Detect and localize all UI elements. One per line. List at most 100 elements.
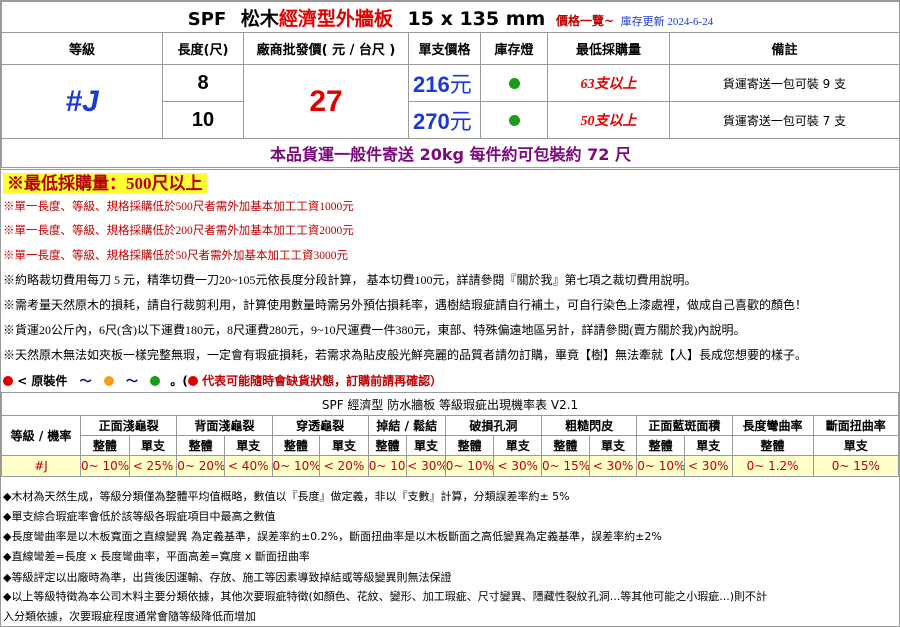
stock-legend: < 原裝件 ～ ～ 。( 代表可能隨時會缺貨狀態，訂購前請再確認） bbox=[3, 372, 442, 389]
red-dot-icon bbox=[3, 376, 13, 386]
legend-tilde: ～ bbox=[79, 374, 92, 388]
group-header: 正面藍斑面積 bbox=[636, 415, 733, 436]
sub-header-whole: 整體 bbox=[176, 435, 225, 456]
defect-value: 0~ 10% bbox=[444, 455, 495, 477]
unit-price-value: 270 bbox=[413, 109, 450, 134]
sub-header-single: 單支 bbox=[128, 435, 178, 456]
defect-value: < 30% bbox=[493, 455, 543, 477]
stock-light-icon bbox=[508, 77, 520, 89]
min-purchase-banner: ※最低採購量：500尺以上 bbox=[3, 173, 207, 194]
defect-value: 0~ 1.2% bbox=[731, 455, 814, 477]
unit-price-cell: 216元 bbox=[408, 64, 481, 102]
page-title: SPF 松木經濟型外牆板 15 x 135 mm 價格一覽~ 庫存更新 2024… bbox=[1, 1, 900, 33]
footnote: ◆等級評定以出廠時為準，出貨後因運輸、存放、施工等因素導致掉結或等級變異則無法保… bbox=[3, 571, 452, 584]
remark-cell: 貨運寄送一包可裝 7 支 bbox=[669, 101, 900, 139]
min-buy-cell: 63支以上 bbox=[547, 64, 670, 102]
group-header: 正面淺龜裂 bbox=[80, 415, 178, 436]
group-header: 穿透龜裂 bbox=[271, 415, 369, 436]
stock-cell bbox=[480, 64, 548, 102]
defect-value: < 40% bbox=[223, 455, 273, 477]
title-type: 經濟型外牆板 bbox=[278, 7, 393, 30]
group-header: 斷面扭曲率 bbox=[812, 415, 900, 436]
defect-value: 0~ 10% bbox=[271, 455, 321, 477]
shipping-row: 本品貨運一般件寄送 20kg 每件約可包裝約 72 尺 bbox=[1, 138, 900, 168]
sub-header-single: 單支 bbox=[493, 435, 543, 456]
group-header: 背面淺龜裂 bbox=[176, 415, 273, 436]
sub-header-single: 單支 bbox=[588, 435, 638, 456]
title-spf: SPF bbox=[187, 8, 227, 30]
col-header-wholesale: 廠商批發價( 元 / 台尺 ) bbox=[243, 32, 409, 65]
unit-price-currency: 元 bbox=[449, 109, 472, 134]
group-header: 長度彎曲率 bbox=[731, 415, 814, 436]
table-row: #J 8 27 216元 63支以上 貨運寄送一包可裝 9 支 bbox=[1, 64, 900, 139]
stock-light-icon bbox=[508, 114, 520, 126]
sub-header-single: 單支 bbox=[683, 435, 733, 456]
defect-title-row: SPF 經濟型 防水牆板 等級瑕疵出現機率表 V2.1 bbox=[1, 392, 899, 416]
defect-value-row: #J 0~ 10% < 25% 0~ 20% < 40% 0~ 10% < 20… bbox=[0, 455, 900, 477]
defect-value: < 20% bbox=[319, 455, 369, 477]
legend-warning: 代表可能隨時會缺貨狀態，訂購前請再確認） bbox=[202, 374, 443, 388]
legend-tilde: ～ bbox=[126, 374, 139, 388]
sub-header-whole: 整體 bbox=[636, 435, 685, 456]
orange-dot-icon bbox=[103, 376, 114, 386]
footnote: ◆長度彎曲率是以木板寬面之直線變異 為定義基準，誤差率約±0.2%，斷面扭曲率是… bbox=[3, 530, 662, 543]
defect-group-row: 等級 / 機率 正面淺龜裂 背面淺龜裂 穿透龜裂 掉結 / 鬆結 破損孔洞 粗糙… bbox=[0, 415, 900, 456]
defect-value: 0~ 10% bbox=[636, 455, 685, 477]
note-line: ※單一長度、等級、規格採購低於50尺者需外加基本加工工資3000元 bbox=[3, 250, 348, 262]
defect-value: 0~ 15% bbox=[541, 455, 590, 477]
sub-header-whole: 整體 bbox=[541, 435, 590, 456]
title-list: 價格一覽~ bbox=[555, 13, 614, 28]
footnote: ◆以上等級特徵為本公司木料主要分類依據，其他次要瑕疵特徵(如顏色、花紋、變形、加… bbox=[3, 590, 768, 603]
defect-section: SPF 經濟型 防水牆板 等級瑕疵出現機率表 V2.1 等級 / 機率 正面淺龜… bbox=[0, 392, 900, 623]
group-header: 掉結 / 鬆結 bbox=[367, 415, 446, 436]
unit-price-currency: 元 bbox=[449, 72, 472, 97]
defect-value: < 25% bbox=[128, 455, 178, 477]
length-cell: 10 bbox=[162, 101, 244, 139]
sub-header-whole: 整體 bbox=[444, 435, 495, 456]
defect-sub-row: 整體 單支 整體 單支 整體 單支 整體 單支 整體 單支 整體 單支 整體 單… bbox=[2, 435, 900, 456]
sub-header-whole: 整體 bbox=[367, 435, 408, 456]
defect-value: < 30% bbox=[406, 455, 446, 477]
note-line: ※天然原木無法如夾板一樣完整無瑕，一定會有瑕疵損耗，若需求為貼皮般光鮮亮麗的品質… bbox=[3, 348, 808, 362]
header-row: 等級 長度(尺) 廠商批發價( 元 / 台尺 ) 單支價格 庫存燈 最低採購量 … bbox=[1, 32, 900, 65]
footnote: ◆單支綜合瑕疵率會低於該等級各瑕疵項目中最高之數值 bbox=[3, 510, 276, 523]
note-line: ※需考量天然原木的損耗，請自行裁剪利用，計算使用數量時需另外預估損耗率，遇樹結瑕… bbox=[3, 298, 808, 312]
col-header-remark: 備註 bbox=[669, 32, 900, 65]
sub-header-whole: 整體 bbox=[80, 435, 130, 456]
shipping-note: 本品貨運一般件寄送 20kg 每件約可包裝約 72 尺 bbox=[1, 138, 900, 168]
notes-section: ※最低採購量：500尺以上 ※單一長度、等級、規格採購低於500尺者需外加基本加… bbox=[1, 169, 899, 392]
title-brand: 松木 bbox=[240, 7, 279, 30]
defect-value: 0~ 10% bbox=[80, 455, 130, 477]
defect-grade: #J bbox=[0, 455, 82, 477]
defect-value: 0~ 15% bbox=[812, 455, 900, 477]
length-cell: 8 bbox=[162, 64, 244, 102]
footnote: 入分類依據，次要瑕疵程度通常會隨等級降低而增加 bbox=[3, 610, 256, 623]
legend-open-paren: 。( bbox=[170, 374, 188, 388]
price-sheet: SPF 松木經濟型外牆板 15 x 135 mm 價格一覽~ 庫存更新 2024… bbox=[0, 0, 900, 627]
price-table: SPF 松木經濟型外牆板 15 x 135 mm 價格一覽~ 庫存更新 2024… bbox=[1, 1, 900, 168]
legend-label: < 原裝件 bbox=[17, 374, 68, 388]
stock-update-date: 庫存更新 2024-6-24 bbox=[620, 15, 714, 28]
sub-header-single: 單支 bbox=[812, 435, 900, 456]
footnote: ◆直線彎差=長度 x 長度彎曲率，平面高差=寬度 x 斷面扭曲率 bbox=[3, 550, 310, 563]
title-size: 15 x 135 mm bbox=[407, 7, 546, 30]
sub-header-whole: 整體 bbox=[731, 435, 814, 456]
defect-value: < 30% bbox=[588, 455, 638, 477]
defect-table: SPF 經濟型 防水牆板 等級瑕疵出現機率表 V2.1 等級 / 機率 正面淺龜… bbox=[0, 392, 900, 477]
defect-value: 0~ 10% bbox=[367, 455, 408, 477]
note-line: ※單一長度、等級、規格採購低於500尺者需外加基本加工工資1000元 bbox=[3, 201, 354, 213]
group-header: 破損孔洞 bbox=[444, 415, 543, 436]
remark-cell: 貨運寄送一包可裝 9 支 bbox=[669, 64, 900, 102]
sub-header-single: 單支 bbox=[223, 435, 273, 456]
col-header-min-buy: 最低採購量 bbox=[547, 32, 670, 65]
col-header-grade: 等級 bbox=[1, 32, 163, 65]
sub-header-single: 單支 bbox=[319, 435, 369, 456]
unit-price-cell: 270元 bbox=[408, 101, 481, 139]
green-dot-icon bbox=[150, 376, 161, 386]
col-header-unit-price: 單支價格 bbox=[408, 32, 481, 65]
group-header: 粗糙閃皮 bbox=[541, 415, 638, 436]
note-line: ※貨運20公斤內，6尺(含)以下運費180元，8尺運費280元，9~10尺運費一… bbox=[3, 323, 746, 337]
title-row: SPF 松木經濟型外牆板 15 x 135 mm 價格一覽~ 庫存更新 2024… bbox=[1, 1, 900, 33]
footnote: ◆木材為天然生成，等級分類僅為整體平均值概略，數值以『長度』做定義，非以『支數』… bbox=[3, 490, 570, 503]
defect-value: 0~ 20% bbox=[176, 455, 225, 477]
